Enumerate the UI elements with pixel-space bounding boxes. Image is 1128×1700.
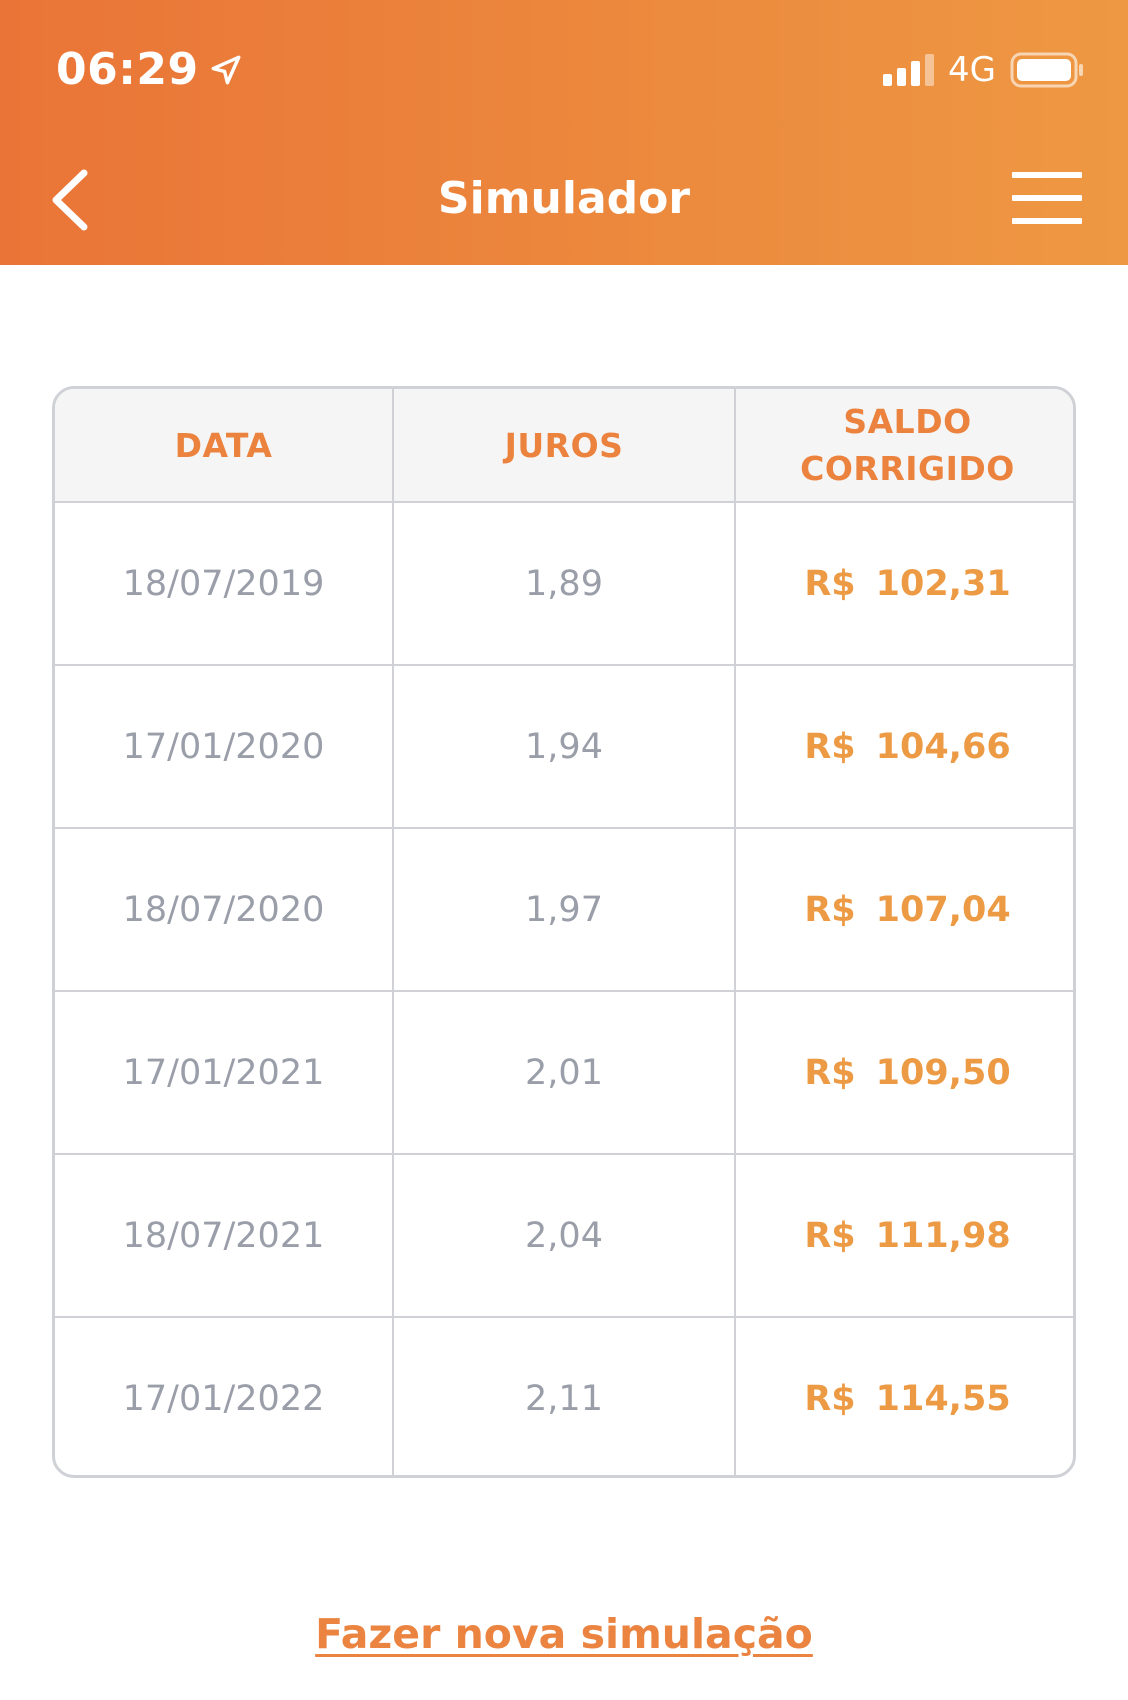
- currency-symbol: R$: [804, 1052, 856, 1093]
- balance-value: 102,31: [875, 563, 1011, 604]
- balance-value: 107,04: [875, 889, 1011, 930]
- cell-date: 18/07/2019: [55, 501, 394, 666]
- cell-balance: R$ 102,31: [734, 501, 1073, 666]
- cell-balance: R$ 111,98: [734, 1153, 1073, 1318]
- currency-symbol: R$: [804, 1215, 856, 1256]
- table-row: 18/07/2020 1,97 R$ 107,04: [55, 827, 1073, 992]
- currency-symbol: R$: [804, 726, 856, 767]
- table-row: 17/01/2021 2,01 R$ 109,50: [55, 990, 1073, 1155]
- location-arrow-icon: [211, 55, 241, 84]
- cell-date: 17/01/2022: [55, 1316, 394, 1475]
- cell-balance: R$ 109,50: [734, 990, 1073, 1155]
- table-row: 18/07/2019 1,89 R$ 102,31: [55, 501, 1073, 666]
- status-time: 06:29: [56, 44, 199, 95]
- cell-balance: R$ 104,66: [734, 664, 1073, 829]
- table-row: 17/01/2020 1,94 R$ 104,66: [55, 664, 1073, 829]
- cell-interest: 1,97: [392, 827, 736, 992]
- status-bar-time-group: 06:29: [56, 44, 243, 95]
- column-header-balance-line1: SALDO: [843, 402, 972, 441]
- column-header-date: DATA: [55, 389, 394, 503]
- currency-symbol: R$: [804, 889, 856, 930]
- table-row: 18/07/2021 2,04 R$ 111,98: [55, 1153, 1073, 1318]
- new-simulation-container: Fazer nova simulação: [0, 1610, 1128, 1658]
- app-header: 06:29 4G Simulador: [0, 0, 1128, 265]
- new-simulation-link[interactable]: Fazer nova simulação: [315, 1610, 813, 1658]
- cell-interest: 1,89: [392, 501, 736, 666]
- hamburger-menu-icon[interactable]: [1012, 172, 1082, 224]
- cell-date: 17/01/2020: [55, 664, 394, 829]
- balance-value: 109,50: [875, 1052, 1011, 1093]
- currency-symbol: R$: [804, 563, 856, 604]
- cellular-signal-icon: [883, 54, 935, 86]
- battery-icon: [1010, 52, 1084, 88]
- cell-date: 18/07/2021: [55, 1153, 394, 1318]
- column-header-balance-line2: CORRIGIDO: [800, 449, 1015, 488]
- simulation-table: DATA JUROS SALDO CORRIGIDO 18/07/2019 1,…: [52, 386, 1076, 1478]
- table-row: 17/01/2022 2,11 R$ 114,55: [55, 1316, 1073, 1475]
- network-type: 4G: [948, 50, 996, 90]
- cell-date: 18/07/2020: [55, 827, 394, 992]
- cell-interest: 1,94: [392, 664, 736, 829]
- cell-date: 17/01/2021: [55, 990, 394, 1155]
- page-title: Simulador: [437, 173, 691, 224]
- cell-balance: R$ 107,04: [734, 827, 1073, 992]
- status-bar-indicators: 4G: [883, 50, 1084, 90]
- balance-value: 104,66: [875, 726, 1011, 767]
- currency-symbol: R$: [804, 1379, 856, 1419]
- cell-interest: 2,04: [392, 1153, 736, 1318]
- balance-value: 114,55: [875, 1379, 1011, 1419]
- cell-interest: 2,11: [392, 1316, 736, 1475]
- balance-value: 111,98: [875, 1215, 1011, 1256]
- column-header-interest: JUROS: [392, 389, 736, 503]
- cell-balance: R$ 114,55: [734, 1316, 1073, 1475]
- cell-interest: 2,01: [392, 990, 736, 1155]
- table-header-row: DATA JUROS SALDO CORRIGIDO: [55, 389, 1073, 503]
- column-header-balance: SALDO CORRIGIDO: [734, 389, 1073, 503]
